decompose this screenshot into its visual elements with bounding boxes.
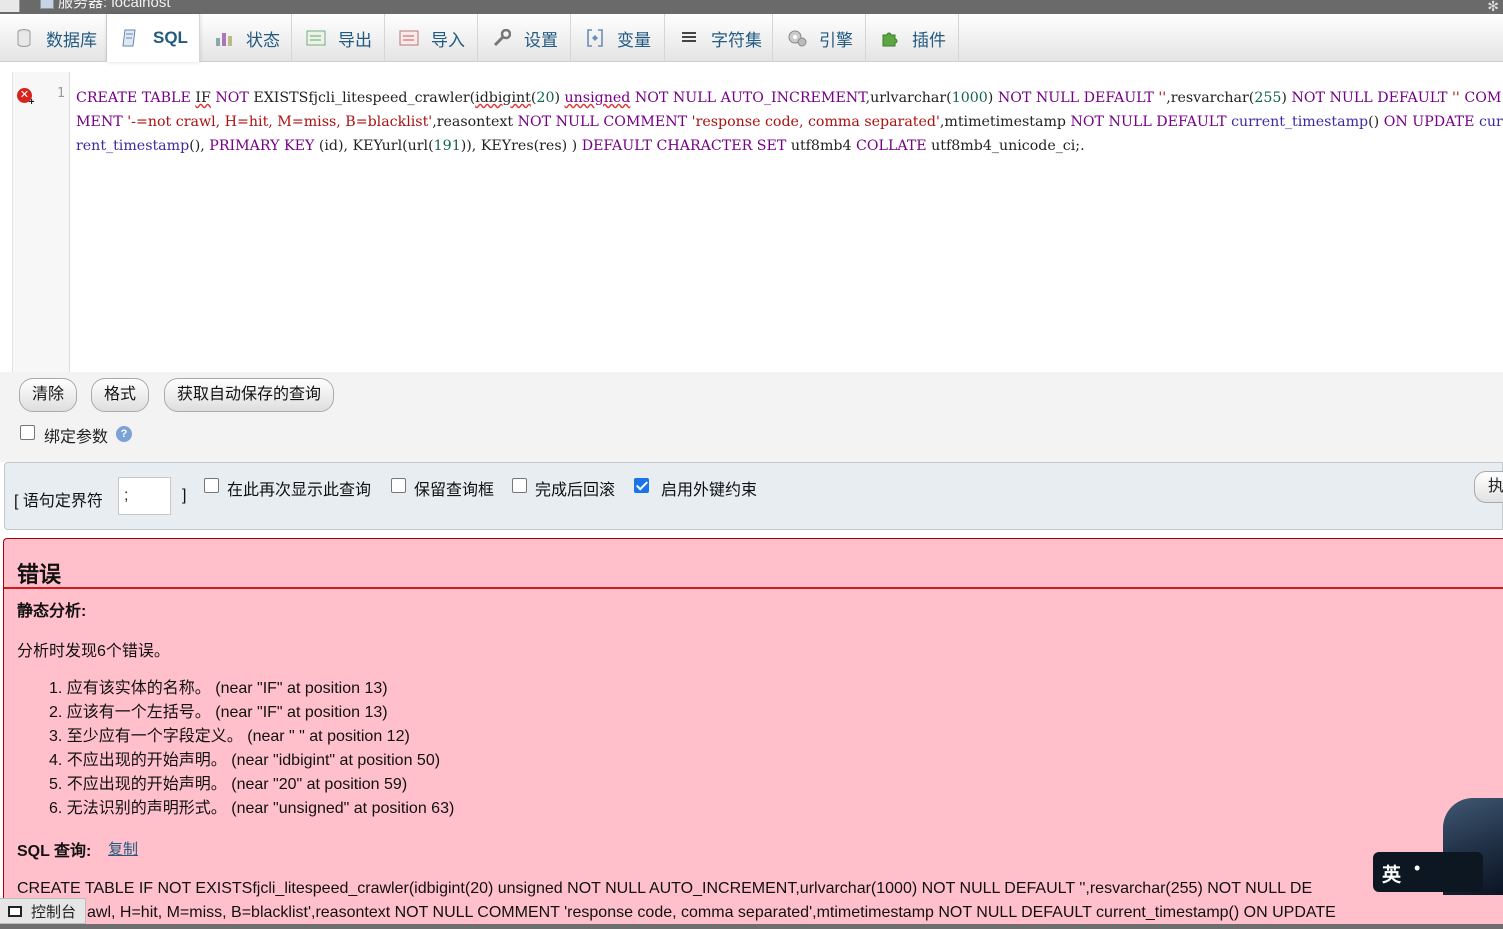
foreign-key-checks-label: 启用外键约束 [661,482,758,499]
clear-button[interactable]: 清除 [19,378,78,412]
delimiter-close: ] [182,487,187,504]
sql-echo-line: CREATE TABLE IF NOT EXISTSfjcli_litespee… [17,880,1313,897]
ime-language: 英 [1382,865,1402,886]
query-options-bar: [ 语句定界符 ; ] 在此再次显示此查询 保留查询框 完成后回滚 启用外键约束… [4,462,1503,530]
error-list: 1. 应有该实体的名称。 (near "IF" at position 13) … [49,677,454,821]
show-query-again-checkbox[interactable] [204,478,219,493]
server-title[interactable]: 服务器: localhost [40,0,171,12]
server-icon [40,0,54,10]
tab-sql[interactable]: SQL [107,14,200,62]
retain-query-box-checkbox[interactable] [391,478,406,493]
tab-engines[interactable]: 引擎 [773,14,866,62]
tab-plugins[interactable]: 插件 [866,14,959,62]
console-label: 控制台 [31,903,77,921]
static-analysis-heading: 静态分析: [17,603,87,620]
tab-import[interactable]: 导入 [385,14,478,62]
delimiter-label: [ 语句定界符 [14,493,103,510]
error-item: 5. 不应出现的开始声明。 (near "20" at position 59) [49,776,408,793]
engine-icon [787,28,807,48]
error-item: 6. 无法识别的声明形式。 (near "unsigned" at positi… [49,800,455,817]
plus-icon: + [28,97,35,108]
tab-settings[interactable]: 设置 [478,14,571,62]
gear-icon[interactable]: ✻ [1487,0,1499,14]
variables-icon [585,28,605,48]
show-query-again-label: 在此再次显示此查询 [227,482,372,499]
retain-query-box-label: 保留查询框 [414,482,495,499]
editor-gutter: ✕ + 1 [13,72,70,372]
rollback-label: 完成后回滚 [535,482,616,499]
import-icon [399,28,419,48]
error-panel: 错误 静态分析: 分析时发现6个错误。 1. 应有该实体的名称。 (near "… [3,538,1503,929]
collapse-handle[interactable] [0,0,20,12]
database-icon [14,28,34,48]
get-autosaved-query-button[interactable]: 获取自动保存的查询 [164,378,335,412]
charset-icon [679,28,699,48]
error-item: 4. 不应出现的开始声明。 (near "idbigint" at positi… [49,752,441,769]
tab-status[interactable]: 状态 [200,14,292,62]
tab-databases[interactable]: 数据库 [0,14,107,62]
foreign-key-checks-checkbox[interactable] [634,478,649,493]
console-toggle[interactable]: 控制台 [0,898,86,924]
execute-button[interactable]: 执 [1474,471,1503,503]
terminal-icon [8,905,22,917]
tab-charsets[interactable]: 字符集 [665,14,773,62]
error-marker-icon[interactable]: ✕ + [17,88,34,108]
bind-params-label: 绑定参数 [44,429,109,446]
error-item: 1. 应有该实体的名称。 (near "IF" at position 13) [49,680,388,697]
rollback-checkbox[interactable] [512,478,527,493]
editor-actions: 清除 格式 获取自动保存的查询 绑定参数 ? [0,372,1503,462]
error-summary: 分析时发现6个错误。 [17,643,170,660]
delimiter-input[interactable]: ; [118,477,171,515]
tab-variables[interactable]: 变量 [571,14,665,62]
error-item: 3. 至少应有一个字段定义。 (near " " at position 12) [49,728,410,745]
error-title: 错误 [17,562,62,587]
bottom-strip [0,924,1503,929]
line-number: 1 [57,86,65,101]
sql-query-echo: CREATE TABLE IF NOT EXISTSfjcli_litespee… [17,877,1503,925]
error-divider [4,587,1503,589]
bind-params-checkbox[interactable] [20,425,35,440]
error-item: 2. 应该有一个左括号。 (near "IF" at position 13) [49,704,388,721]
sql-echo-line: awl, H=hit, M=miss, B=blacklist',reasont… [87,904,1336,921]
ime-indicator[interactable]: 英 • [1373,798,1503,895]
wrench-icon [492,28,512,48]
sql-icon [121,28,141,48]
sql-query-label: SQL 查询: [17,843,92,860]
tab-export[interactable]: 导出 [292,14,385,62]
main-tabs: 数据库 SQL 状态 导出 导入 设置 变量 字符集 引擎 插件 [0,14,1503,62]
server-title-bar: 服务器: localhost ✻ [0,0,1503,14]
help-icon[interactable]: ? [116,426,132,442]
sql-editor[interactable]: ✕ + 1 CREATE TABLE IF NOT EXISTSfjcli_lit… [12,72,1503,372]
ime-dot: • [1414,858,1421,878]
export-icon [306,28,326,48]
format-button[interactable]: 格式 [91,378,150,412]
status-icon [214,28,234,48]
query-text[interactable]: CREATE TABLE IF NOT EXISTSfjcli_litespee… [76,86,1503,166]
plugin-icon [880,28,900,48]
copy-link[interactable]: 复制 [108,838,138,859]
